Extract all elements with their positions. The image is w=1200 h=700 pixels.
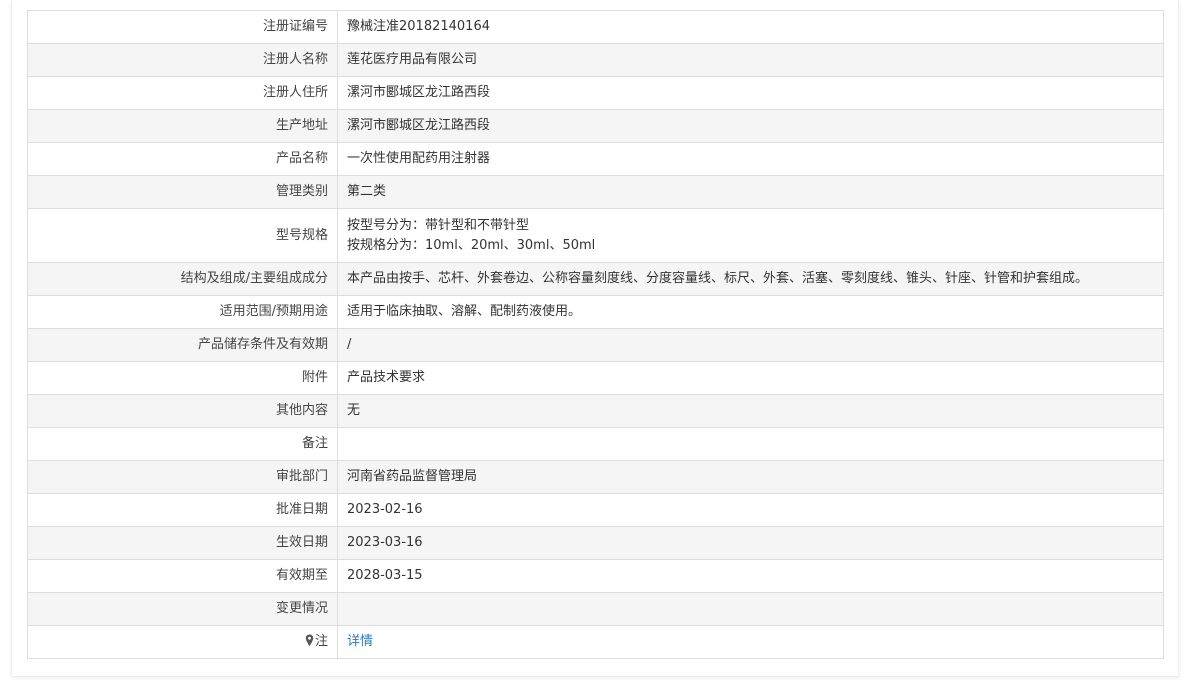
field-label-effective-date: 生效日期 bbox=[27, 526, 338, 560]
field-value-change-status bbox=[337, 592, 1164, 626]
table-row: 附件 产品技术要求 bbox=[27, 361, 1164, 395]
table-row: 结构及组成/主要组成成分 本产品由按手、芯杆、外套卷边、公称容量刻度线、分度容量… bbox=[27, 262, 1164, 296]
table-row: 批准日期 2023-02-16 bbox=[27, 493, 1164, 527]
table-row: 有效期至 2028-03-15 bbox=[27, 559, 1164, 593]
field-value-product-name: 一次性使用配药用注射器 bbox=[337, 142, 1164, 176]
field-label-change-status: 变更情况 bbox=[27, 592, 338, 626]
table-row: 管理类别 第二类 bbox=[27, 175, 1164, 209]
model-spec-line-2: 按规格分为：10ml、20ml、30ml、50ml bbox=[347, 237, 596, 253]
table-row: 注册人住所 漯河市郾城区龙江路西段 bbox=[27, 76, 1164, 110]
field-value-remarks bbox=[337, 427, 1164, 461]
field-value-note: 详情 bbox=[337, 625, 1164, 659]
field-value-approval-date: 2023-02-16 bbox=[337, 493, 1164, 527]
field-value-intended-use: 适用于临床抽取、溶解、配制药液使用。 bbox=[337, 295, 1164, 329]
table-row: 生产地址 漯河市郾城区龙江路西段 bbox=[27, 109, 1164, 143]
field-value-management-category: 第二类 bbox=[337, 175, 1164, 209]
table-row: 注 详情 bbox=[27, 625, 1164, 659]
page: 注册证编号 豫械注准20182140164 注册人名称 莲花医疗用品有限公司 注… bbox=[0, 0, 1200, 700]
field-value-structure-composition: 本产品由按手、芯杆、外套卷边、公称容量刻度线、分度容量线、标尺、外套、活塞、零刻… bbox=[337, 262, 1164, 296]
table-row: 变更情况 bbox=[27, 592, 1164, 626]
field-label-valid-until: 有效期至 bbox=[27, 559, 338, 593]
field-label-production-address: 生产地址 bbox=[27, 109, 338, 143]
field-value-valid-until: 2028-03-15 bbox=[337, 559, 1164, 593]
table-row: 产品名称 一次性使用配药用注射器 bbox=[27, 142, 1164, 176]
map-pin-icon bbox=[305, 634, 314, 647]
field-label-registrant-address: 注册人住所 bbox=[27, 76, 338, 110]
field-label-product-name: 产品名称 bbox=[27, 142, 338, 176]
field-label-model-spec: 型号规格 bbox=[27, 208, 338, 263]
table-row: 注册证编号 豫械注准20182140164 bbox=[27, 10, 1164, 44]
field-value-model-spec: 按型号分为：带针型和不带针型 按规格分为：10ml、20ml、30ml、50ml bbox=[337, 208, 1164, 263]
registration-detail-table: 注册证编号 豫械注准20182140164 注册人名称 莲花医疗用品有限公司 注… bbox=[27, 10, 1164, 659]
field-value-attachment: 产品技术要求 bbox=[337, 361, 1164, 395]
field-value-approval-department: 河南省药品监督管理局 bbox=[337, 460, 1164, 494]
field-value-registration-number: 豫械注准20182140164 bbox=[337, 10, 1164, 44]
table-row: 生效日期 2023-03-16 bbox=[27, 526, 1164, 560]
field-value-registrant-name: 莲花医疗用品有限公司 bbox=[337, 43, 1164, 77]
field-value-storage-validity: / bbox=[337, 328, 1164, 362]
table-row: 备注 bbox=[27, 427, 1164, 461]
field-label-intended-use: 适用范围/预期用途 bbox=[27, 295, 338, 329]
table-row: 型号规格 按型号分为：带针型和不带针型 按规格分为：10ml、20ml、30ml… bbox=[27, 208, 1164, 263]
field-label-remarks: 备注 bbox=[27, 427, 338, 461]
field-value-other-content: 无 bbox=[337, 394, 1164, 428]
field-value-effective-date: 2023-03-16 bbox=[337, 526, 1164, 560]
detail-card: 注册证编号 豫械注准20182140164 注册人名称 莲花医疗用品有限公司 注… bbox=[11, 0, 1179, 677]
field-value-registrant-address: 漯河市郾城区龙江路西段 bbox=[337, 76, 1164, 110]
field-label-approval-department: 审批部门 bbox=[27, 460, 338, 494]
field-label-approval-date: 批准日期 bbox=[27, 493, 338, 527]
field-label-registrant-name: 注册人名称 bbox=[27, 43, 338, 77]
table-row: 适用范围/预期用途 适用于临床抽取、溶解、配制药液使用。 bbox=[27, 295, 1164, 329]
field-label-attachment: 附件 bbox=[27, 361, 338, 395]
field-label-registration-number: 注册证编号 bbox=[27, 10, 338, 44]
field-label-management-category: 管理类别 bbox=[27, 175, 338, 209]
field-label-other-content: 其他内容 bbox=[27, 394, 338, 428]
model-spec-line-1: 按型号分为：带针型和不带针型 bbox=[347, 217, 530, 233]
table-row: 注册人名称 莲花医疗用品有限公司 bbox=[27, 43, 1164, 77]
table-row: 产品储存条件及有效期 / bbox=[27, 328, 1164, 362]
field-label-storage-validity: 产品储存条件及有效期 bbox=[27, 328, 338, 362]
table-row: 其他内容 无 bbox=[27, 394, 1164, 428]
table-row: 审批部门 河南省药品监督管理局 bbox=[27, 460, 1164, 494]
field-label-structure-composition: 结构及组成/主要组成成分 bbox=[27, 262, 338, 296]
field-label-note: 注 bbox=[27, 625, 338, 659]
note-label-text: 注 bbox=[314, 634, 328, 649]
details-link[interactable]: 详情 bbox=[347, 634, 373, 649]
field-value-production-address: 漯河市郾城区龙江路西段 bbox=[337, 109, 1164, 143]
